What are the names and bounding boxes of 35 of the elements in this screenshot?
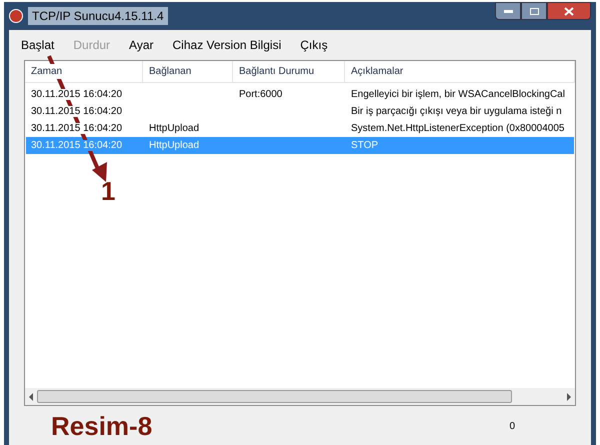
log-row[interactable]: 30.11.2015 16:04:20 Port:6000 Engelleyici bir işlem, bir WSACancelBlockingCal [26, 86, 574, 103]
close-icon [564, 6, 574, 16]
scrollbar-thumb[interactable] [37, 390, 512, 403]
menu-item[interactable]: Çıkış [300, 36, 328, 54]
close-button[interactable] [547, 2, 591, 20]
table-cell: 30.11.2015 16:04:20 [31, 140, 122, 151]
horizontal-scrollbar[interactable] [25, 388, 575, 405]
scroll-left-icon[interactable] [28, 392, 34, 400]
menu-item[interactable]: Başlat [21, 36, 54, 54]
table-cell: Bir iş parçacığı çıkışı veya bir uygulama isteği n [351, 106, 562, 117]
window-title: TCP/IP Sunucu4.15.11.4 [28, 7, 168, 25]
column-header: Bağlanan [149, 64, 192, 79]
table-cell: 30.11.2015 16:04:20 [31, 89, 122, 100]
table-cell: 30.11.2015 16:04:20 [31, 106, 122, 117]
table-cell: 30.11.2015 16:04:20 [31, 123, 122, 134]
annotation-caption: Resim-8 [51, 410, 152, 442]
table-cell: HttpUpload [149, 140, 200, 151]
column-header: Bağlantı Durumu [239, 64, 314, 79]
column-header: Açıklamalar [351, 64, 404, 79]
maximize-button[interactable] [521, 2, 547, 20]
menu-item[interactable]: Ayar [129, 36, 154, 54]
table-cell: Engelleyici bir işlem, bir WSACancelBlockingCal [351, 89, 565, 100]
annotation-number: 1 [101, 178, 116, 204]
app-logo-icon [9, 9, 23, 23]
log-row[interactable]: 30.11.2015 16:04:20 Bir iş parçacığı çıkışı veya bir uygulama isteği n [26, 103, 574, 120]
table-cell: System.Net.HttpListenerException (0x80004005 [351, 123, 564, 134]
status-count: 0 [509, 420, 515, 434]
log-row[interactable]: 30.11.2015 16:04:20 HttpUpload System.Net.HttpListenerException (0x80004005 [26, 120, 574, 137]
scroll-right-icon[interactable] [566, 392, 572, 400]
menu-item[interactable]: Cihaz Version Bilgisi [172, 36, 282, 54]
minimize-button[interactable] [495, 2, 521, 20]
table-cell: HttpUpload [149, 123, 200, 134]
table-cell: STOP [351, 140, 378, 151]
table-cell: Port:6000 [239, 89, 282, 100]
column-header: Zaman [31, 64, 62, 79]
